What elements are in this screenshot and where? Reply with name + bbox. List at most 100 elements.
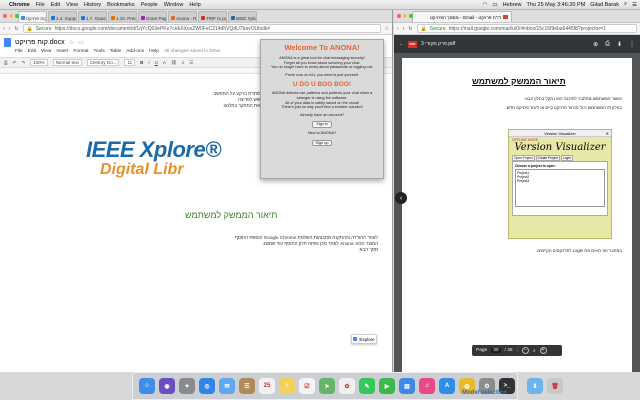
font-select[interactable]: Century Go... [86, 59, 120, 66]
docs-menu-addons[interactable]: Add-ons [126, 49, 144, 57]
minimize-window-icon[interactable] [9, 14, 13, 18]
photos-icon[interactable]: ✿ [339, 378, 355, 394]
underline-icon[interactable]: U [155, 60, 158, 65]
browser-tab[interactable]: Grant Page [138, 11, 167, 22]
trash-icon[interactable]: 🗑 [547, 378, 563, 394]
launchpad-icon[interactable]: ✦ [179, 378, 195, 394]
siri-icon[interactable]: ◉ [159, 378, 175, 394]
battery-icon[interactable]: ▭ [492, 2, 497, 8]
forward-icon[interactable]: › [403, 26, 405, 32]
clock[interactable]: Thu 25 May 3:46:20 PM [527, 2, 586, 8]
downloads-folder-icon[interactable]: ⬇ [527, 378, 543, 394]
left-url-field[interactable]: 🔒 Secure https://docs.google.com/documen… [22, 24, 381, 33]
close-window-icon[interactable] [3, 14, 7, 18]
bold-icon[interactable]: B [140, 60, 143, 65]
doc-title[interactable]: קוח פרויקט.docx [15, 39, 65, 46]
star-icon[interactable]: ☆ [69, 39, 74, 46]
print-icon[interactable]: ⎙ [4, 60, 8, 65]
docs-menu-insert[interactable]: Insert [56, 49, 68, 57]
print-icon[interactable]: ⎙ [605, 41, 610, 48]
contacts-icon[interactable]: ☰ [239, 378, 255, 394]
explore-button[interactable]: Explore [351, 334, 377, 344]
right-url-field[interactable]: 🔒 Secure https://mail.google.com/mail/u/… [416, 24, 637, 33]
forward-icon[interactable]: › [9, 26, 11, 32]
browser-tab[interactable]: 1.10. Precis [108, 11, 137, 22]
zoom-select[interactable]: 100% [30, 59, 48, 66]
appstore-icon[interactable]: A [439, 378, 455, 394]
bookmark-star-icon[interactable]: ☆ [385, 26, 389, 32]
menu-view[interactable]: View [66, 2, 78, 8]
browser-tab[interactable]: TRIF to pdf [198, 11, 227, 22]
docs-menu-help[interactable]: Help [149, 49, 159, 57]
open-with-icon[interactable]: ⊕ [593, 41, 598, 48]
style-select[interactable]: Normal text [52, 59, 82, 66]
safari-icon[interactable]: ◎ [199, 378, 215, 394]
input-language[interactable]: Hebrew [503, 2, 522, 8]
undo-icon[interactable]: ↶ [13, 60, 17, 66]
calendar-icon[interactable]: 25 [259, 378, 275, 394]
browser-tab[interactable]: קוח פרויקט.doc [18, 11, 47, 22]
align-icon[interactable]: ≡ [182, 60, 185, 65]
zoom-search-icon[interactable]: ⌕ [533, 348, 536, 354]
browser-tab[interactable]: IEEE Xplore [228, 11, 257, 22]
browser-tab[interactable]: Anona - Res [168, 11, 197, 22]
keynote-icon[interactable]: ▤ [399, 378, 415, 394]
reload-icon[interactable]: ↻ [408, 26, 412, 32]
notes-icon[interactable]: ≡ [279, 378, 295, 394]
download-icon[interactable]: ⬇ [617, 41, 622, 48]
saved-status[interactable]: All changes saved in Drive [164, 49, 221, 57]
docs-menu-edit[interactable]: Edit [28, 49, 36, 57]
browser-tab[interactable]: 1.7. Gaussian [78, 11, 107, 22]
docs-menu-format[interactable]: Format [73, 49, 88, 57]
docs-menu-file[interactable]: File [15, 49, 23, 57]
menu-history[interactable]: History [84, 2, 101, 8]
browser-tab[interactable]: 1.4. Support [48, 11, 77, 22]
pdf-back-icon[interactable]: ← [399, 41, 404, 47]
facetime-icon[interactable]: ▶ [379, 378, 395, 394]
redo-icon[interactable]: ↷ [21, 60, 25, 66]
menu-people[interactable]: People [141, 2, 158, 8]
notification-center-icon[interactable]: ☰ [632, 2, 637, 8]
font-size-select[interactable]: 11 [124, 59, 136, 66]
finder-icon[interactable]: ☺ [139, 378, 155, 394]
zoom-out-button[interactable]: − [521, 347, 529, 354]
minimize-window-icon[interactable] [403, 14, 407, 18]
docs-menu-table[interactable]: Table [110, 49, 121, 57]
reminders-icon[interactable]: ☑ [299, 378, 315, 394]
spotlight-icon[interactable]: ⌕ [624, 1, 627, 8]
pdf-page[interactable]: תיאור הממשק למשתמש כאשר המשתמש מתחבר לתו… [402, 58, 632, 372]
mail-icon[interactable]: ✉ [219, 378, 235, 394]
close-window-icon[interactable] [397, 14, 401, 18]
zoom-window-icon[interactable] [409, 14, 413, 18]
menu-edit[interactable]: Edit [51, 2, 60, 8]
sign-in-button[interactable]: Sign in [312, 121, 332, 128]
link-icon[interactable]: ⛓ [171, 60, 177, 66]
google-docs-icon[interactable] [4, 37, 11, 47]
text-color-icon[interactable]: A [163, 60, 166, 65]
docs-menu-view[interactable]: View [41, 49, 51, 57]
menu-window[interactable]: Window [164, 2, 184, 8]
sign-up-button[interactable]: Sign up [311, 139, 333, 147]
menu-bookmarks[interactable]: Bookmarks [107, 2, 135, 8]
folder-icon[interactable]: ▭ [78, 39, 84, 46]
right-tab-gmail[interactable]: דו"ח פרויקט - Gmail - מסמך הפרויקט [412, 11, 512, 22]
messages-icon[interactable]: ✎ [359, 378, 375, 394]
itunes-icon[interactable]: ♫ [419, 378, 435, 394]
list-icon[interactable]: ☰ [189, 60, 193, 66]
page-number-input[interactable]: 30 [491, 348, 501, 353]
docs-menu-tools[interactable]: Tools [94, 49, 105, 57]
more-options-icon[interactable]: ⋮ [629, 41, 635, 48]
user-name[interactable]: Gilad Barak [590, 2, 619, 8]
maps-icon[interactable]: ➤ [319, 378, 335, 394]
italic-icon[interactable]: I [148, 60, 149, 65]
zoom-window-icon[interactable] [15, 14, 19, 18]
pdf-previous-arrow-icon[interactable]: ‹ [395, 192, 407, 204]
menu-help[interactable]: Help [189, 2, 200, 8]
reload-icon[interactable]: ↻ [14, 26, 18, 32]
menu-file[interactable]: File [36, 2, 45, 8]
wifi-icon[interactable]: ◠ [483, 2, 488, 8]
back-icon[interactable]: ‹ [3, 26, 5, 32]
menu-app-name[interactable]: Chrome [9, 2, 30, 8]
zoom-in-button[interactable]: + [539, 347, 547, 354]
back-icon[interactable]: ‹ [397, 26, 399, 32]
